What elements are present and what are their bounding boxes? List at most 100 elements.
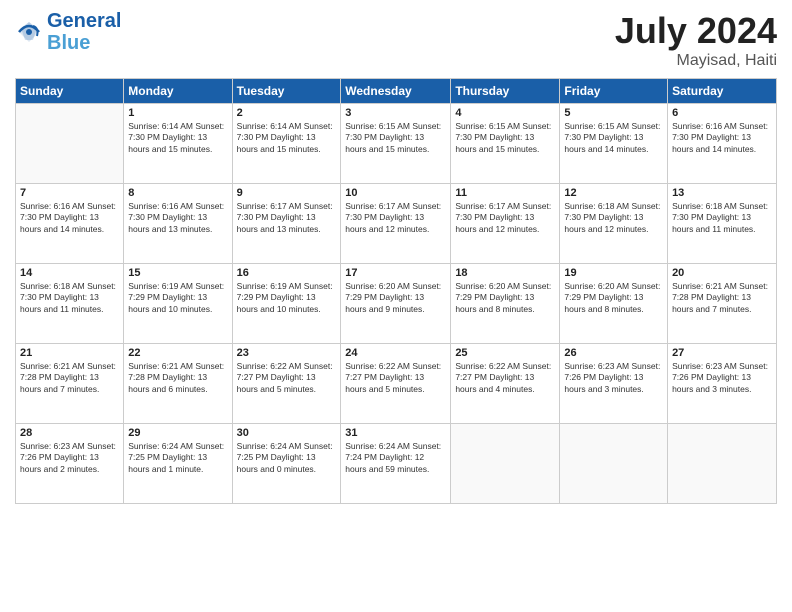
calendar-cell: 31 Sunrise: 6:24 AM Sunset: 7:24 PM Dayli… [341, 424, 451, 504]
calendar-week-row: 14Sunrise: 6:18 AM Sunset: 7:30 PM Dayli… [16, 264, 777, 344]
calendar-cell: 25 Sunrise: 6:22 AM Sunset: 7:27 PM Dayli… [451, 344, 560, 424]
day-info: Sunrise: 6:16 AM Sunset: 7:30 PM Dayligh… [20, 201, 119, 235]
day-number: 10 [345, 187, 446, 199]
day-info: Sunrise: 6:22 AM Sunset: 7:27 PM Dayligh… [455, 361, 555, 395]
calendar-cell: 29 Sunrise: 6:24 AM Sunset: 7:25 PM Dayli… [124, 424, 232, 504]
calendar-week-row: 21 Sunrise: 6:21 AM Sunset: 7:28 PM Dayli… [16, 344, 777, 424]
calendar-cell: 5 Sunrise: 6:15 AM Sunset: 7:30 PM Daylig… [560, 104, 668, 184]
weekday-header: Friday [560, 79, 668, 104]
day-info: Sunrise: 6:24 AM Sunset: 7:24 PM Dayligh… [345, 441, 446, 475]
day-info: Sunrise: 6:14 AM Sunset: 7:30 PM Dayligh… [128, 121, 227, 155]
day-info: Sunrise: 6:23 AM Sunset: 7:26 PM Dayligh… [672, 361, 772, 395]
calendar-cell: 11 Sunrise: 6:17 AM Sunset: 7:30 PM Dayli… [451, 184, 560, 264]
day-info: Sunrise: 6:24 AM Sunset: 7:25 PM Dayligh… [128, 441, 227, 475]
day-number: 5 [564, 107, 663, 119]
day-info: Sunrise: 6:20 AM Sunset: 7:29 PM Dayligh… [345, 281, 446, 315]
calendar-cell: 1 Sunrise: 6:14 AM Sunset: 7:30 PM Daylig… [124, 104, 232, 184]
calendar-cell: 26Sunrise: 6:23 AM Sunset: 7:26 PM Dayli… [560, 344, 668, 424]
day-number: 25 [455, 347, 555, 359]
day-info: Sunrise: 6:19 AM Sunset: 7:29 PM Dayligh… [237, 281, 337, 315]
logo-line2: Blue [47, 32, 121, 54]
calendar-cell: 4Sunrise: 6:15 AM Sunset: 7:30 PM Daylig… [451, 104, 560, 184]
day-number: 31 [345, 427, 446, 439]
day-info: Sunrise: 6:21 AM Sunset: 7:28 PM Dayligh… [672, 281, 772, 315]
day-info: Sunrise: 6:18 AM Sunset: 7:30 PM Dayligh… [564, 201, 663, 235]
day-info: Sunrise: 6:24 AM Sunset: 7:25 PM Dayligh… [237, 441, 337, 475]
day-number: 19 [564, 267, 663, 279]
day-info: Sunrise: 6:16 AM Sunset: 7:30 PM Dayligh… [128, 201, 227, 235]
day-info: Sunrise: 6:20 AM Sunset: 7:29 PM Dayligh… [564, 281, 663, 315]
day-info: Sunrise: 6:18 AM Sunset: 7:30 PM Dayligh… [20, 281, 119, 315]
calendar-cell: 24 Sunrise: 6:22 AM Sunset: 7:27 PM Dayli… [341, 344, 451, 424]
day-info: Sunrise: 6:18 AM Sunset: 7:30 PM Dayligh… [672, 201, 772, 235]
calendar-cell [668, 424, 777, 504]
day-number: 23 [237, 347, 337, 359]
calendar-cell: 9 Sunrise: 6:17 AM Sunset: 7:30 PM Daylig… [232, 184, 341, 264]
day-info: Sunrise: 6:19 AM Sunset: 7:29 PM Dayligh… [128, 281, 227, 315]
weekday-header: Sunday [16, 79, 124, 104]
day-number: 29 [128, 427, 227, 439]
day-number: 11 [455, 187, 555, 199]
day-number: 22 [128, 347, 227, 359]
calendar-cell: 19 Sunrise: 6:20 AM Sunset: 7:29 PM Dayli… [560, 264, 668, 344]
calendar-cell: 7 Sunrise: 6:16 AM Sunset: 7:30 PM Daylig… [16, 184, 124, 264]
day-info: Sunrise: 6:21 AM Sunset: 7:28 PM Dayligh… [128, 361, 227, 395]
day-number: 2 [237, 107, 337, 119]
calendar-cell: 6 Sunrise: 6:16 AM Sunset: 7:30 PM Daylig… [668, 104, 777, 184]
day-number: 3 [345, 107, 446, 119]
day-number: 6 [672, 107, 772, 119]
calendar-cell: 23Sunrise: 6:22 AM Sunset: 7:27 PM Dayli… [232, 344, 341, 424]
day-number: 16 [237, 267, 337, 279]
title-block: July 2024 Mayisad, Haiti [615, 10, 777, 70]
weekday-header: Wednesday [341, 79, 451, 104]
day-info: Sunrise: 6:17 AM Sunset: 7:30 PM Dayligh… [455, 201, 555, 235]
calendar-cell: 13Sunrise: 6:18 AM Sunset: 7:30 PM Dayli… [668, 184, 777, 264]
calendar-cell: 21 Sunrise: 6:21 AM Sunset: 7:28 PM Dayli… [16, 344, 124, 424]
day-number: 20 [672, 267, 772, 279]
day-number: 7 [20, 187, 119, 199]
weekday-header: Monday [124, 79, 232, 104]
day-info: Sunrise: 6:21 AM Sunset: 7:28 PM Dayligh… [20, 361, 119, 395]
day-info: Sunrise: 6:22 AM Sunset: 7:27 PM Dayligh… [345, 361, 446, 395]
calendar-cell: 18Sunrise: 6:20 AM Sunset: 7:29 PM Dayli… [451, 264, 560, 344]
calendar-week-row: 7 Sunrise: 6:16 AM Sunset: 7:30 PM Daylig… [16, 184, 777, 264]
day-number: 1 [128, 107, 227, 119]
calendar-cell [16, 104, 124, 184]
day-number: 18 [455, 267, 555, 279]
calendar-header-row: SundayMondayTuesdayWednesdayThursdayFrid… [16, 79, 777, 104]
calendar-cell: 8 Sunrise: 6:16 AM Sunset: 7:30 PM Daylig… [124, 184, 232, 264]
calendar-cell: 2 Sunrise: 6:14 AM Sunset: 7:30 PM Daylig… [232, 104, 341, 184]
calendar-cell: 12Sunrise: 6:18 AM Sunset: 7:30 PM Dayli… [560, 184, 668, 264]
day-number: 17 [345, 267, 446, 279]
day-info: Sunrise: 6:16 AM Sunset: 7:30 PM Dayligh… [672, 121, 772, 155]
calendar-cell: 17 Sunrise: 6:20 AM Sunset: 7:29 PM Dayli… [341, 264, 451, 344]
day-number: 8 [128, 187, 227, 199]
day-info: Sunrise: 6:15 AM Sunset: 7:30 PM Dayligh… [345, 121, 446, 155]
calendar-cell: 30 Sunrise: 6:24 AM Sunset: 7:25 PM Dayli… [232, 424, 341, 504]
day-info: Sunrise: 6:15 AM Sunset: 7:30 PM Dayligh… [564, 121, 663, 155]
calendar-cell: 15Sunrise: 6:19 AM Sunset: 7:29 PM Dayli… [124, 264, 232, 344]
day-number: 21 [20, 347, 119, 359]
day-info: Sunrise: 6:23 AM Sunset: 7:26 PM Dayligh… [564, 361, 663, 395]
day-info: Sunrise: 6:14 AM Sunset: 7:30 PM Dayligh… [237, 121, 337, 155]
calendar-cell [560, 424, 668, 504]
calendar-cell: 3 Sunrise: 6:15 AM Sunset: 7:30 PM Daylig… [341, 104, 451, 184]
day-number: 28 [20, 427, 119, 439]
day-number: 9 [237, 187, 337, 199]
day-info: Sunrise: 6:17 AM Sunset: 7:30 PM Dayligh… [237, 201, 337, 235]
day-number: 24 [345, 347, 446, 359]
calendar-cell: 14Sunrise: 6:18 AM Sunset: 7:30 PM Dayli… [16, 264, 124, 344]
weekday-header: Tuesday [232, 79, 341, 104]
calendar-cell [451, 424, 560, 504]
day-info: Sunrise: 6:17 AM Sunset: 7:30 PM Dayligh… [345, 201, 446, 235]
calendar: SundayMondayTuesdayWednesdayThursdayFrid… [15, 78, 777, 504]
weekday-header: Thursday [451, 79, 560, 104]
logo-line1: General [47, 10, 121, 32]
day-number: 30 [237, 427, 337, 439]
day-number: 27 [672, 347, 772, 359]
day-info: Sunrise: 6:15 AM Sunset: 7:30 PM Dayligh… [455, 121, 555, 155]
calendar-cell: 10 Sunrise: 6:17 AM Sunset: 7:30 PM Dayli… [341, 184, 451, 264]
month-year: July 2024 [615, 10, 777, 52]
calendar-week-row: 28Sunrise: 6:23 AM Sunset: 7:26 PM Dayli… [16, 424, 777, 504]
calendar-cell: 16 Sunrise: 6:19 AM Sunset: 7:29 PM Dayli… [232, 264, 341, 344]
